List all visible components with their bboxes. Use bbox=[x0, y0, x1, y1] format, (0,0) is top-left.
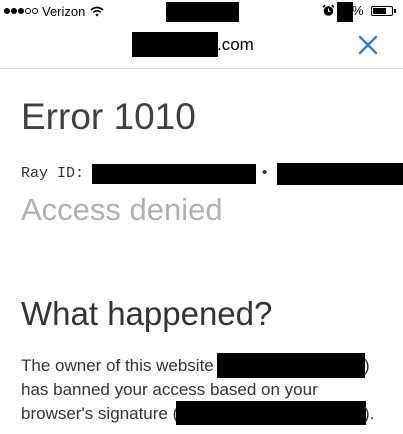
redacted-website-name bbox=[217, 353, 365, 378]
carrier-group: Verizon bbox=[4, 3, 104, 19]
address-bar-divider bbox=[0, 68, 403, 69]
battery-percent: % bbox=[352, 3, 364, 18]
alarm-clock-icon bbox=[322, 4, 335, 16]
close-icon bbox=[358, 35, 378, 55]
redacted-domain-name bbox=[132, 32, 218, 57]
explanation-line-1-end: ) bbox=[364, 356, 370, 375]
redacted-browser-signature bbox=[176, 401, 366, 425]
redacted-ray-location bbox=[277, 163, 403, 185]
explanation-line-1: The owner of this website bbox=[21, 356, 214, 375]
battery-icon bbox=[371, 6, 393, 16]
redacted-battery-number bbox=[337, 2, 353, 22]
explanation-line-3-end: ). bbox=[364, 404, 375, 423]
status-bar: Verizon % bbox=[0, 0, 403, 22]
page-domain: .com bbox=[217, 35, 254, 54]
error-title: Error 1010 bbox=[21, 96, 196, 137]
explanation-line-3: browser's signature ( bbox=[21, 404, 179, 423]
ray-id-label: Ray ID: bbox=[21, 165, 85, 182]
battery-cap bbox=[394, 9, 396, 13]
close-button[interactable] bbox=[356, 33, 380, 57]
carrier-name: Verizon bbox=[42, 3, 86, 19]
signal-dots-icon bbox=[4, 8, 38, 14]
what-happened-heading: What happened? bbox=[21, 295, 273, 332]
wifi-icon bbox=[90, 6, 104, 16]
redacted-ray-id bbox=[92, 164, 256, 184]
redacted-time bbox=[166, 2, 239, 22]
access-denied-subtitle: Access denied bbox=[21, 192, 223, 227]
ray-id-separator: • bbox=[262, 164, 268, 181]
explanation-line-2: has banned your access based on your bbox=[21, 380, 318, 399]
